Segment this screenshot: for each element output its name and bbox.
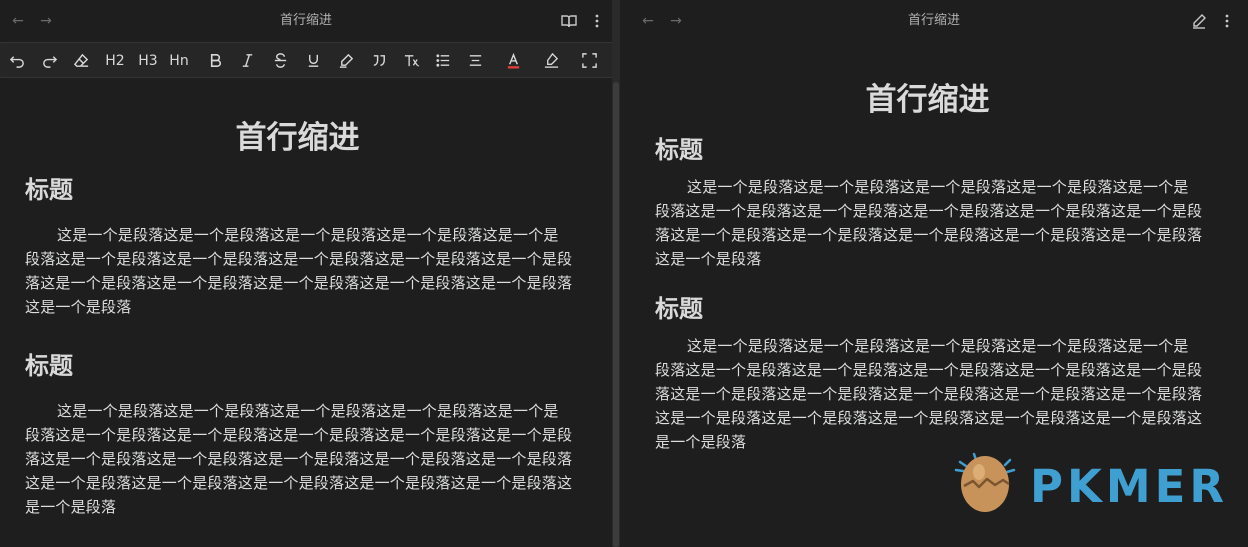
pkmer-wordmark: PKMER (1030, 460, 1228, 513)
document-title: 首行缩进 (865, 82, 990, 118)
view-title[interactable]: 首行缩进 (0, 3, 612, 39)
right-view-header: ← → 首行缩进 (620, 3, 1248, 39)
section-paragraph: 这是一个是段落这是一个是段落这是一个是段落这是一个是段落这是一个是段落这是一个是… (655, 337, 1203, 451)
section-heading: 标题 (25, 352, 73, 380)
fullscreen-icon[interactable] (577, 50, 601, 72)
strikethrough-icon[interactable] (268, 50, 292, 72)
more-options-icon[interactable] (588, 12, 606, 30)
section-paragraph: 这是一个是段落这是一个是段落这是一个是段落这是一个是段落这是一个是段落这是一个是… (655, 178, 1203, 268)
redo-icon[interactable] (37, 50, 61, 72)
align-center-icon[interactable] (463, 50, 487, 72)
heading-3-button[interactable]: H3 (135, 50, 161, 72)
pkmer-watermark: PKMER (952, 448, 1232, 518)
editing-toolbar: H2 H3 Hn (0, 42, 612, 78)
view-title[interactable]: 首行缩进 (620, 3, 1248, 39)
reading-view-book-icon[interactable] (560, 12, 578, 30)
text-format-icon[interactable] (399, 50, 423, 72)
eraser-icon[interactable] (69, 50, 93, 72)
heading-n-button[interactable]: Hn (165, 50, 193, 72)
section-paragraph[interactable]: 这是一个是段落这是一个是段落这是一个是段落这是一个是段落这是一个是段落这是一个是… (25, 223, 573, 319)
bold-icon[interactable] (203, 50, 227, 72)
left-editor-pane: ← → 首行缩进 H2 H3 Hn 首行缩进 标题 这是一个是段落这是一个是段落… (0, 0, 612, 547)
left-scrollbar[interactable] (613, 82, 619, 547)
document-title: 首行缩进 (235, 120, 360, 156)
highlighter-icon[interactable] (334, 50, 358, 72)
left-view-header: ← → 首行缩进 (0, 3, 612, 39)
font-color-icon[interactable] (501, 50, 525, 72)
edit-pencil-icon[interactable] (1190, 12, 1208, 30)
background-color-icon[interactable] (539, 50, 563, 72)
bullet-list-icon[interactable] (431, 50, 455, 72)
left-document-content: 首行缩进 (25, 112, 570, 157)
heading-2-button[interactable]: H2 (102, 50, 128, 72)
section-heading: 标题 (25, 176, 73, 204)
pkmer-logo-icon (954, 452, 1016, 512)
right-document-content: 首行缩进 (655, 74, 1200, 119)
section-heading: 标题 (655, 295, 703, 323)
pkmer-text: PKMER (1030, 460, 1229, 513)
quote-icon[interactable] (367, 50, 391, 72)
italic-icon[interactable] (235, 50, 259, 72)
underline-icon[interactable] (301, 50, 325, 72)
more-options-icon[interactable] (1218, 12, 1236, 30)
section-paragraph[interactable]: 这是一个是段落这是一个是段落这是一个是段落这是一个是段落这是一个是段落这是一个是… (25, 399, 573, 519)
section-heading: 标题 (655, 136, 703, 164)
undo-icon[interactable] (5, 50, 29, 72)
